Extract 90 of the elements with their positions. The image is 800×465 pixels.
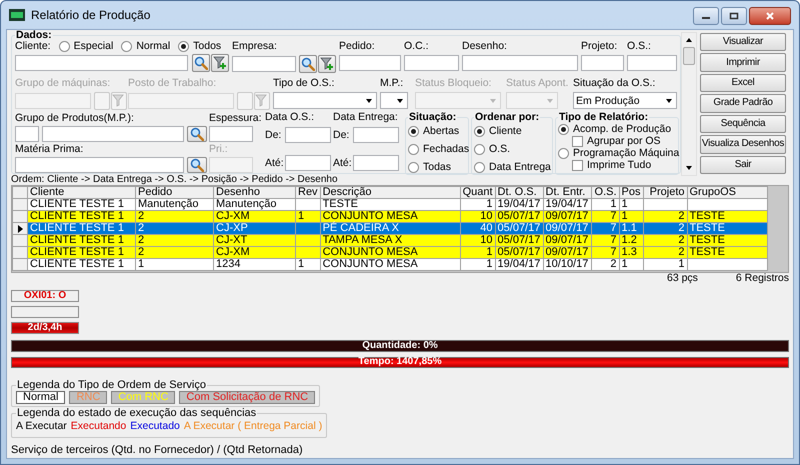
table-row[interactable]: CLIENTE TESTE 1 2 CJ-XT TAMPA MESA X 10 05/07/17 09/07/17 7 1.2 2 TESTE (12, 234, 767, 246)
field-label: Posto de Trabalho: (128, 77, 218, 90)
field-label: Projeto: (581, 40, 618, 53)
legend-item: Executando (70, 418, 126, 434)
field-label: Espessura: (209, 112, 263, 125)
table-cell: 1 (136, 258, 214, 270)
table-cell: 19/04/17 (495, 258, 544, 270)
table-cell: 1 (460, 258, 496, 270)
field-label: Grupo de Produtos(M.P.): (15, 112, 135, 125)
radio-label[interactable]: Programação Máquina (573, 147, 680, 159)
column-header[interactable]: GrupoOS (687, 186, 767, 198)
field-label: Até: (265, 157, 283, 169)
legend-item: Com RNC (111, 390, 176, 404)
field-label: Status Bloqueio: (415, 77, 492, 90)
progress-label: Quantidade: 0% (361, 340, 439, 351)
field-label: Matéria Prima: (15, 143, 84, 156)
radio-label[interactable]: Todas (423, 161, 452, 173)
legend-item: A Executar (16, 418, 67, 434)
legend-title: Legenda do Tipo de Ordem de Serviço (16, 380, 207, 391)
dropdown-field[interactable]: Em Produção (573, 92, 677, 109)
window-title: Relatório de Produção (31, 7, 150, 24)
table-cell: 1 (643, 258, 687, 270)
field-label: Data O.S.: (265, 111, 316, 124)
field-label: Empresa: (232, 40, 278, 53)
action-button[interactable]: Sair (700, 156, 786, 174)
table-cell: 1234 (214, 258, 296, 270)
field-label: M.P.: (380, 77, 404, 90)
radio-label[interactable]: Normal (136, 40, 170, 52)
table-cell: 1 (619, 258, 643, 270)
group-title: Dados: (15, 30, 53, 40)
legend-item: A Executar ( Entrega Parcial ) (184, 418, 322, 434)
radio-label[interactable]: Data Entrega (489, 161, 551, 173)
table-cell: 1 (296, 258, 320, 270)
field-label: O.S.: (627, 40, 652, 53)
column-header[interactable]: Descrição (320, 186, 460, 198)
table-row[interactable]: CLIENTE TESTE 1 2 CJ-XM 1 CONJUNTO MESA 10 05/07/17 09/07/17 7 1 2 TESTE (12, 210, 767, 222)
column-header[interactable]: Desenho (214, 186, 296, 198)
legend-item: RNC (69, 390, 108, 404)
action-button[interactable]: Sequência (700, 114, 786, 134)
field-label: De: (333, 129, 350, 141)
status-indicator: 2d/3,4h (11, 322, 79, 334)
checkbox-label[interactable]: Agrupar por OS (587, 135, 661, 147)
field-label: Situação da O.S.: (573, 77, 656, 90)
field-label: Até: (333, 157, 351, 169)
checkbox-label[interactable]: Imprime Tudo (587, 159, 652, 171)
radio-label[interactable]: Todos (193, 40, 222, 52)
field-label: Desenho: (462, 40, 508, 53)
legend-item: Executado (130, 418, 180, 434)
table-row[interactable]: CLIENTE TESTE 1 1 1234 1 CONJUNTO MESA 1 19/04/17 10/10/17 2 1 1 (12, 258, 767, 270)
field-label: Tipo de O.S.: (273, 77, 336, 90)
action-button[interactable]: Imprimir (700, 53, 786, 72)
field-label: De: (265, 129, 282, 141)
record-count: 6 Registros (736, 271, 789, 286)
sort-order-text: Ordem: Cliente -> Data Entrega -> O.S. -> Posição -> Pedido -> Desenho (11, 174, 339, 185)
table-row[interactable]: CLIENTE TESTE 1 2 CJ-XM CONJUNTO MESA 1 05/07/17 09/07/17 7 1.3 2 TESTE (12, 246, 767, 258)
field-label: Pri.: (209, 143, 229, 156)
footer-note: Serviço de terceiros (Qtd. no Fornecedor) / (Qtd Retornada) (11, 442, 304, 458)
radio-label[interactable]: Abertas (423, 125, 460, 137)
table-row[interactable]: CLIENTE TESTE 1 2 CJ-XP PÉ CADEIRA X 40 05/07/17 09/07/17 7 1.1 2 TESTE (12, 222, 767, 234)
field-label: O.C.: (404, 40, 430, 53)
group-title: Tipo de Relatório: (558, 111, 650, 123)
field-label: Data Entrega: (333, 111, 399, 124)
radio-label[interactable]: O.S. (489, 143, 510, 155)
radio-label[interactable]: Fechadas (423, 143, 470, 155)
group-title: Situação: (408, 111, 458, 123)
table-row[interactable]: CLIENTE TESTE 1 Manutenção Manutenção TESTE 1 19/04/17 19/04/17 1 1 (12, 198, 767, 210)
radio-label[interactable]: Especial (74, 40, 114, 52)
field-label: Status Apont. (506, 77, 570, 90)
field-label: Cliente: (15, 40, 51, 52)
progress-label: Tempo: 1407,85% (357, 358, 443, 367)
table-cell: CONJUNTO MESA (320, 258, 460, 270)
legend-title: Legenda do estado de execução das sequências (16, 408, 258, 419)
field-label: Grupo de máquinas: (15, 77, 112, 90)
field-label: Pedido: (339, 40, 376, 53)
table-cell: 2 (591, 258, 620, 270)
action-button[interactable]: Grade Padrão (700, 94, 786, 113)
legend-item: Normal (16, 390, 66, 404)
table-cell: 10/10/17 (543, 258, 592, 270)
legend-item: Com Solicitação de RNC (179, 390, 316, 404)
column-header[interactable]: Pedido (136, 186, 214, 198)
action-button[interactable]: Excel (700, 74, 786, 92)
column-header[interactable]: Cliente (28, 186, 136, 198)
action-button[interactable]: Visualizar (700, 33, 786, 52)
radio-label[interactable]: Cliente (489, 125, 522, 137)
group-title: Ordenar por: (474, 111, 540, 123)
action-button[interactable]: Visualiza Desenhos (700, 135, 786, 154)
total-pieces: 63 pçs (667, 271, 698, 286)
radio-label[interactable]: Acomp. de Produção (573, 123, 672, 135)
status-indicator: OXI01: O (11, 290, 79, 302)
table-cell: CLIENTE TESTE 1 (28, 258, 136, 270)
